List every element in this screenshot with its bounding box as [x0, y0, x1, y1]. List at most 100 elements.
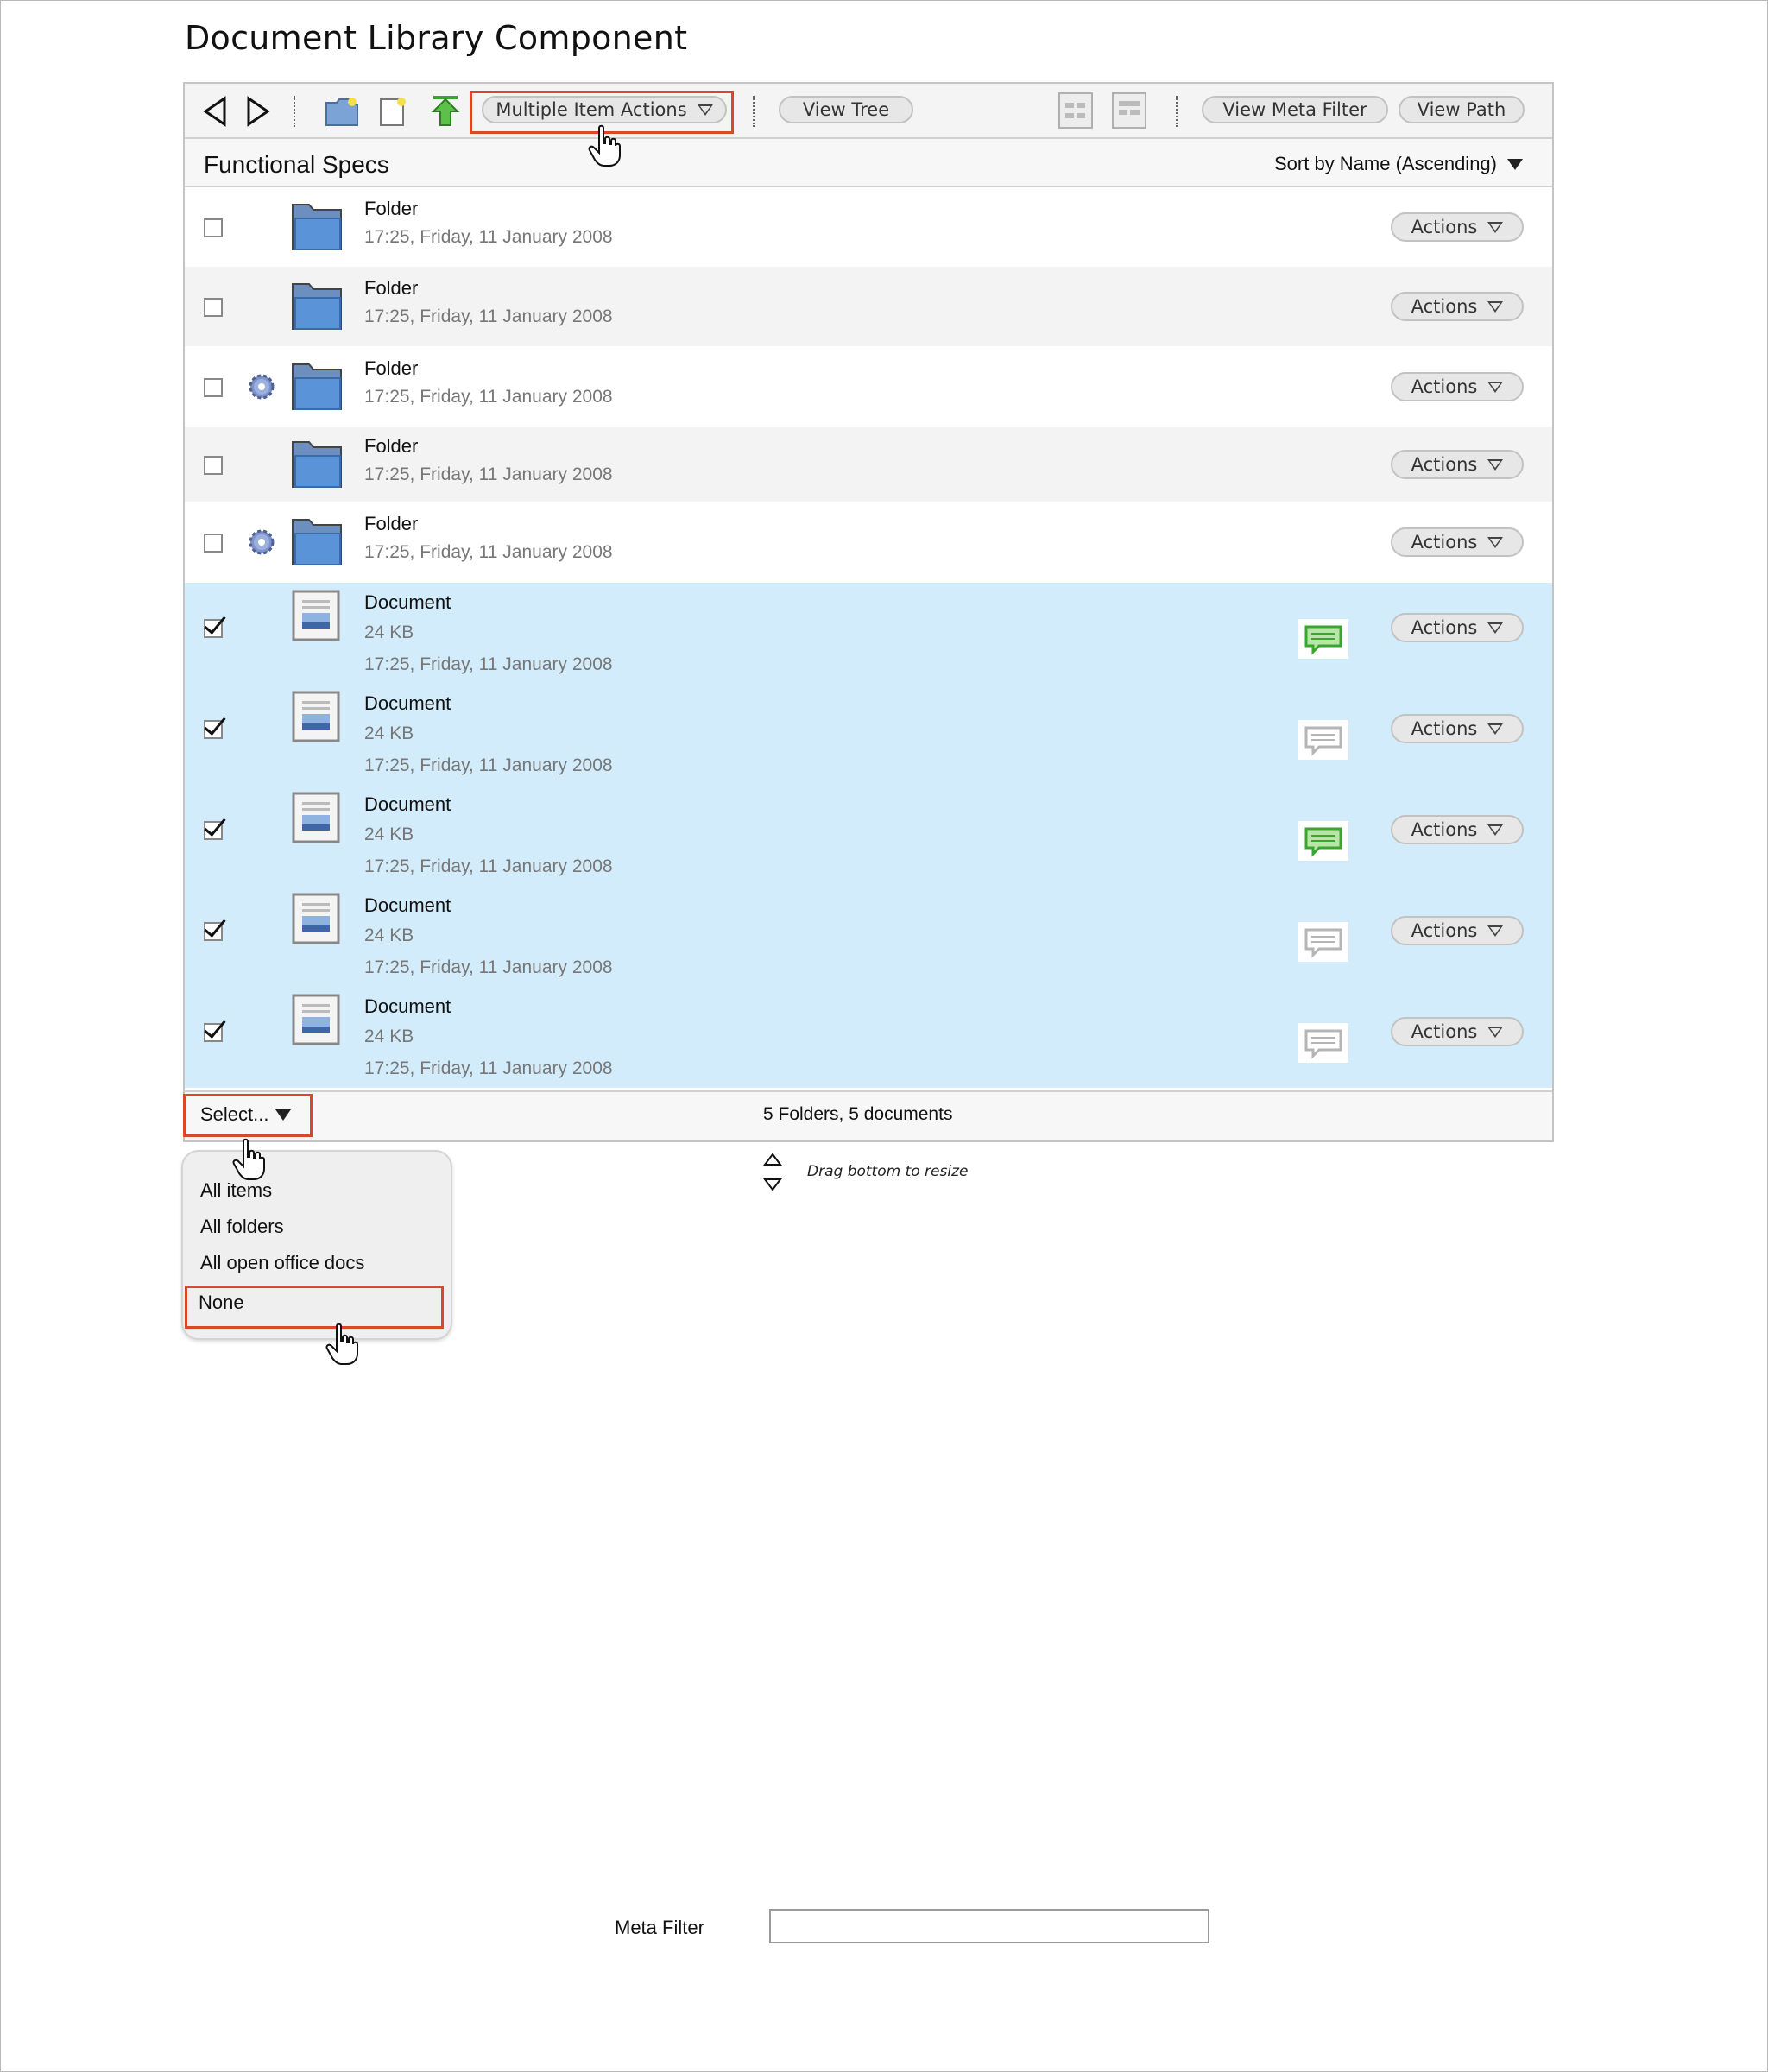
select-option-none-highlight [185, 1286, 444, 1329]
actions-label: Actions [1411, 1021, 1478, 1042]
view-path-label: View Path [1417, 99, 1506, 120]
item-name[interactable]: Document [364, 995, 451, 1018]
breadcrumb-bar: Functional Specs Sort by Name (Ascending… [185, 139, 1552, 187]
actions-button[interactable]: Actions [1391, 815, 1524, 844]
toolbar-separator [1176, 96, 1178, 127]
actions-button[interactable]: Actions [1391, 372, 1524, 401]
actions-button[interactable]: Actions [1391, 714, 1524, 743]
chevron-down-icon [1487, 824, 1504, 836]
actions-label: Actions [1411, 617, 1478, 638]
item-date: 17:25, Friday, 11 January 2008 [364, 654, 613, 674]
row-checkbox[interactable] [204, 619, 223, 638]
document-icon [292, 792, 340, 843]
actions-button[interactable]: Actions [1391, 613, 1524, 642]
view-path-button[interactable]: View Path [1399, 96, 1525, 123]
actions-label: Actions [1411, 296, 1478, 317]
meta-filter-input[interactable] [769, 1909, 1209, 1943]
item-name[interactable]: Folder [364, 277, 418, 300]
select-option-all-items[interactable]: All items [200, 1179, 272, 1202]
folder-row[interactable]: Folder 17:25, Friday, 11 January 2008 Acti… [185, 502, 1552, 584]
folder-icon [292, 519, 342, 565]
row-checkbox[interactable] [204, 218, 223, 237]
row-checkbox[interactable] [204, 298, 223, 317]
comment-icon[interactable] [1298, 1023, 1348, 1063]
resize-arrows-icon[interactable] [763, 1152, 782, 1195]
resize-hint: Drag bottom to resize [807, 1163, 969, 1180]
folder-row[interactable]: Folder 17:25, Friday, 11 January 2008 Acti… [185, 267, 1552, 347]
item-date: 17:25, Friday, 11 January 2008 [364, 542, 613, 562]
forward-arrow-icon[interactable] [245, 96, 271, 127]
document-row[interactable]: Document 24 KB 17:25, Friday, 11 January 2… [185, 684, 1552, 786]
hand-cursor-icon [588, 124, 621, 167]
select-option-all-folders[interactable]: All folders [200, 1216, 284, 1238]
item-name[interactable]: Document [364, 793, 451, 816]
row-checkbox[interactable] [204, 534, 223, 553]
row-checkbox[interactable] [204, 821, 223, 840]
hand-cursor-icon [325, 1323, 358, 1365]
row-checkbox[interactable] [204, 1023, 223, 1042]
list-footer: Select... 5 Folders, 5 documents [183, 1090, 1552, 1140]
hand-cursor-icon [232, 1138, 265, 1180]
item-size: 24 KB [364, 1027, 414, 1046]
document-row[interactable]: Document 24 KB 17:25, Friday, 11 January 2… [185, 987, 1552, 1090]
item-date: 17:25, Friday, 11 January 2008 [364, 387, 613, 407]
actions-label: Actions [1411, 819, 1478, 840]
comment-icon[interactable] [1298, 720, 1348, 760]
view-meta-filter-label: View Meta Filter [1222, 99, 1367, 120]
chevron-down-icon [1487, 1026, 1504, 1038]
back-arrow-icon[interactable] [202, 96, 228, 127]
upload-icon[interactable] [430, 94, 461, 127]
view-meta-filter-button[interactable]: View Meta Filter [1202, 96, 1388, 123]
new-document-icon[interactable] [378, 96, 407, 127]
folder-row[interactable]: Folder 17:25, Friday, 11 January 2008 Acti… [185, 427, 1552, 502]
row-checkbox[interactable] [204, 922, 223, 941]
document-row[interactable]: Document 24 KB 17:25, Friday, 11 January 2… [185, 886, 1552, 989]
folder-icon [292, 441, 342, 488]
row-checkbox[interactable] [204, 720, 223, 739]
actions-button[interactable]: Actions [1391, 450, 1524, 479]
document-library-panel: Multiple Item Actions View Tree View Met… [183, 82, 1554, 1142]
item-name[interactable]: Folder [364, 435, 418, 458]
document-row[interactable]: Document 24 KB 17:25, Friday, 11 January 2… [185, 785, 1552, 888]
item-name[interactable]: Folder [364, 198, 418, 220]
row-checkbox[interactable] [204, 378, 223, 397]
chevron-down-icon [1487, 381, 1504, 393]
actions-button[interactable]: Actions [1391, 292, 1524, 321]
folder-icon [292, 283, 342, 330]
comment-icon[interactable] [1298, 922, 1348, 962]
view-tree-button[interactable]: View Tree [779, 96, 913, 123]
item-size: 24 KB [364, 622, 414, 642]
comment-active-icon[interactable] [1298, 821, 1348, 861]
actions-button[interactable]: Actions [1391, 916, 1524, 945]
item-date: 17:25, Friday, 11 January 2008 [364, 306, 613, 326]
chevron-down-icon [1487, 622, 1504, 634]
item-name[interactable]: Folder [364, 513, 418, 535]
comment-active-icon[interactable] [1298, 619, 1348, 659]
folder-icon [292, 204, 342, 250]
folder-row[interactable]: Folder 17:25, Friday, 11 January 2008 Acti… [185, 346, 1552, 428]
new-folder-icon[interactable] [325, 96, 359, 127]
list-view-icon[interactable] [1058, 92, 1093, 129]
item-name[interactable]: Document [364, 894, 451, 917]
document-icon [292, 994, 340, 1045]
item-name[interactable]: Document [364, 692, 451, 715]
select-button-highlight [183, 1094, 313, 1137]
detail-view-icon[interactable] [1112, 92, 1146, 129]
toolbar-separator [294, 96, 295, 127]
chevron-down-icon [1487, 536, 1504, 548]
select-option-all-open-office-docs[interactable]: All open office docs [200, 1252, 364, 1274]
actions-button[interactable]: Actions [1391, 212, 1524, 242]
page-title: Document Library Component [185, 19, 688, 57]
sort-label: Sort by Name (Ascending) [1274, 153, 1497, 174]
item-name[interactable]: Folder [364, 357, 418, 380]
item-date: 17:25, Friday, 11 January 2008 [364, 957, 613, 977]
folder-row[interactable]: Folder 17:25, Friday, 11 January 2008 Acti… [185, 187, 1552, 268]
actions-button[interactable]: Actions [1391, 1017, 1524, 1046]
toolbar-separator [753, 96, 755, 127]
sort-dropdown[interactable]: Sort by Name (Ascending) [1274, 153, 1523, 175]
document-row[interactable]: Document 24 KB 17:25, Friday, 11 January 2… [185, 583, 1552, 685]
actions-button[interactable]: Actions [1391, 527, 1524, 557]
row-checkbox[interactable] [204, 456, 223, 475]
sort-chevron-icon [1507, 158, 1523, 170]
item-name[interactable]: Document [364, 591, 451, 614]
